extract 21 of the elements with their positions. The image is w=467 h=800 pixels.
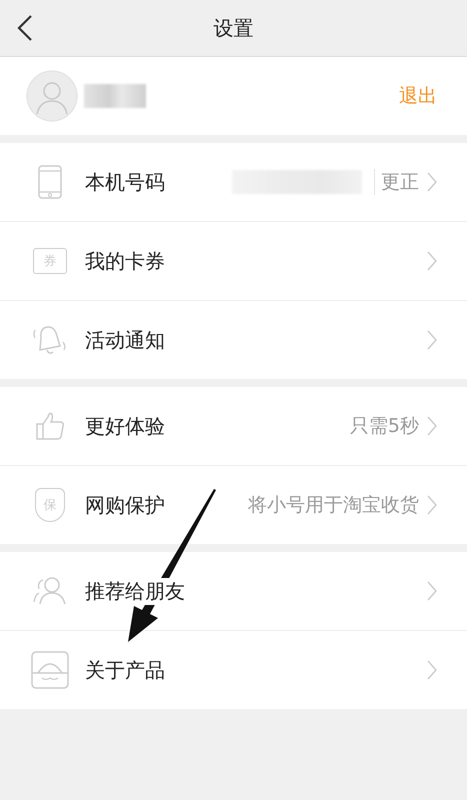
chevron-icon — [427, 251, 437, 271]
settings-row[interactable]: 更好体验 只需5秒 — [0, 387, 467, 466]
thumbs-up-icon — [35, 411, 65, 441]
people-icon — [33, 576, 67, 606]
row-label: 推荐给朋友 — [85, 578, 185, 604]
chevron-icon — [427, 495, 437, 515]
chevron-icon — [427, 660, 437, 680]
chevron-icon — [427, 172, 437, 192]
chevron-icon — [427, 581, 437, 601]
back-icon[interactable] — [17, 14, 33, 42]
settings-row[interactable]: 活动通知 — [0, 301, 467, 379]
bell-icon — [32, 324, 68, 356]
phone-icon — [38, 165, 62, 199]
settings-row[interactable]: 关于产品 — [0, 631, 467, 709]
page-title: 设置 — [214, 14, 254, 42]
chevron-icon — [427, 416, 437, 436]
chevron-icon — [427, 330, 437, 350]
row-value: 将小号用于淘宝收货 — [248, 493, 419, 518]
settings-row[interactable]: 本机号码 更正 — [0, 143, 467, 222]
app-logo-icon — [31, 651, 69, 689]
row-value: 只需5秒 — [350, 414, 419, 439]
